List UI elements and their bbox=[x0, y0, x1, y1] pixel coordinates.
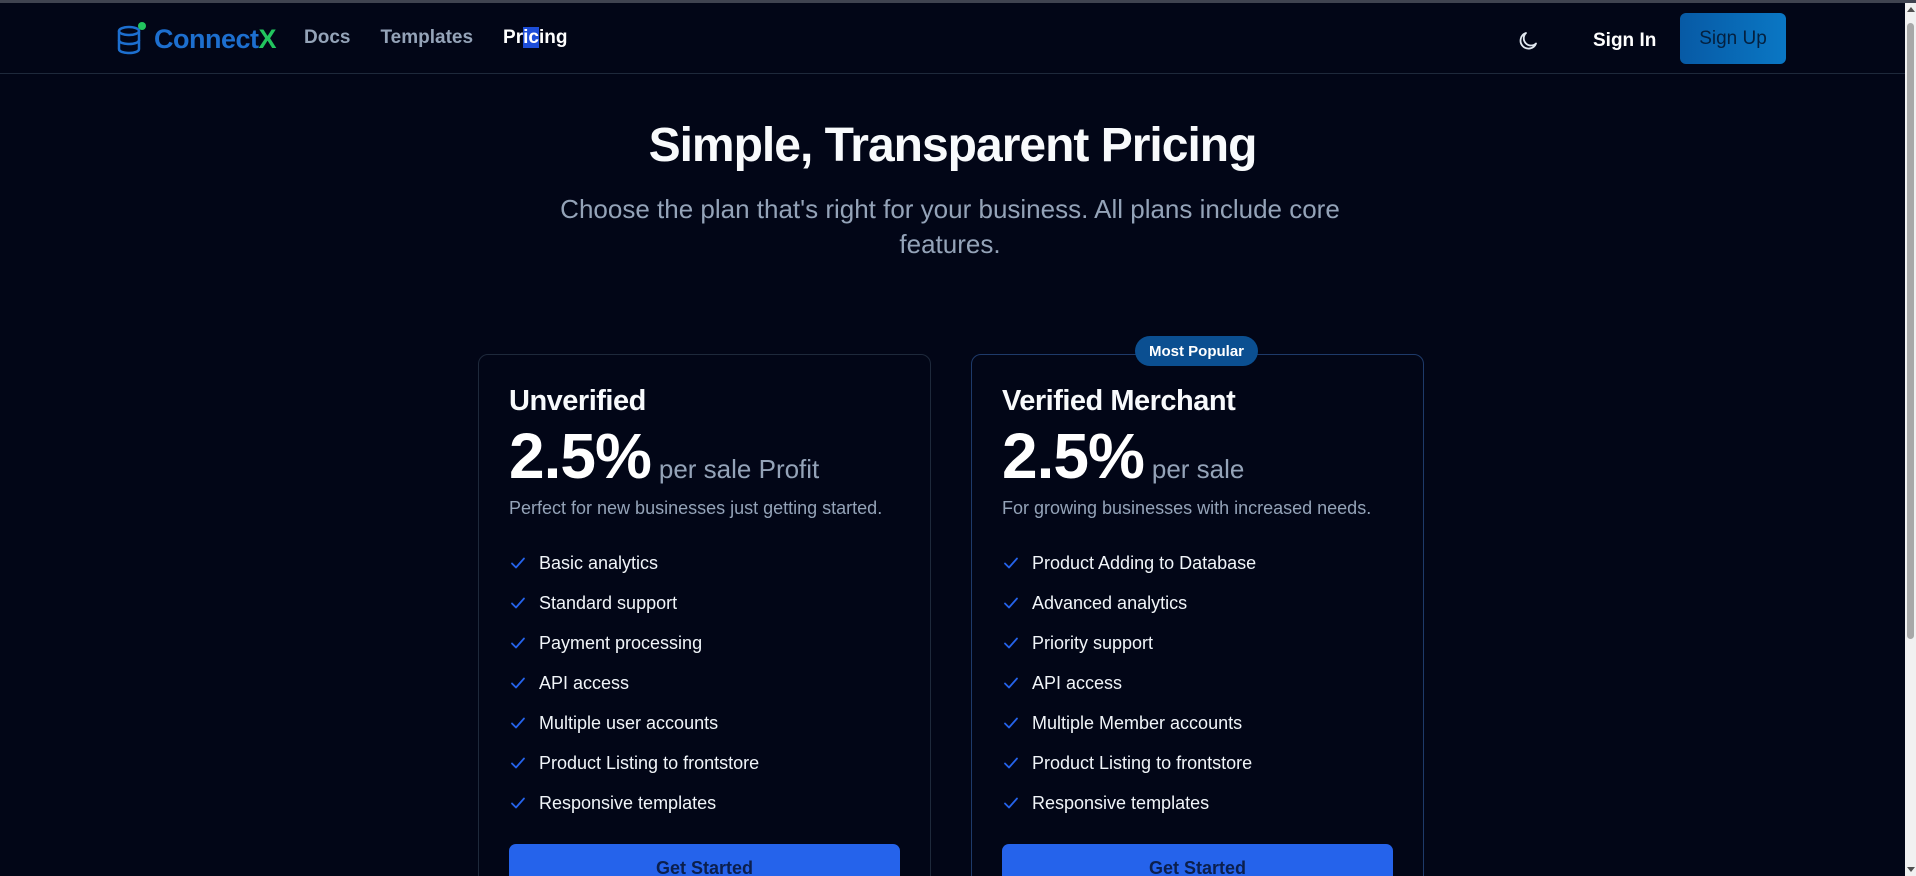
page-subtitle: Choose the plan that's right for your bu… bbox=[560, 194, 1340, 259]
feature-item: Basic analytics bbox=[509, 543, 900, 583]
plan-price-unit: per sale Profit bbox=[658, 454, 820, 484]
moon-icon[interactable] bbox=[1516, 29, 1540, 53]
check-icon bbox=[1002, 674, 1020, 692]
feature-item: Product Listing to frontstore bbox=[509, 743, 900, 783]
plan-card-verified-merchant: Most Popular Verified Merchant 2.5% per … bbox=[971, 336, 1424, 876]
scroll-up-icon[interactable] bbox=[1907, 7, 1915, 12]
plan-price: 2.5% bbox=[509, 420, 652, 492]
nav-item-docs[interactable]: Docs bbox=[304, 27, 350, 49]
page-scrollbar[interactable] bbox=[1905, 3, 1916, 876]
check-icon bbox=[509, 634, 527, 652]
check-icon bbox=[509, 714, 527, 732]
check-icon bbox=[1002, 754, 1020, 772]
database-icon bbox=[117, 22, 147, 56]
feature-label: Basic analytics bbox=[539, 552, 659, 573]
brand-logo[interactable]: ConnectX bbox=[117, 20, 277, 58]
brand-name: ConnectX bbox=[154, 23, 277, 54]
feature-label: Responsive templates bbox=[539, 792, 717, 813]
page-title: Simple, Transparent Pricing bbox=[648, 119, 1258, 172]
plan-price: 2.5% bbox=[1002, 420, 1145, 492]
feature-label: Payment processing bbox=[539, 632, 703, 653]
check-icon bbox=[1002, 554, 1020, 572]
plan-name: Verified Merchant bbox=[1002, 385, 1236, 417]
sign-in-link[interactable]: Sign In bbox=[1593, 30, 1656, 52]
most-popular-badge: Most Popular bbox=[1135, 336, 1259, 366]
feature-label: API access bbox=[1032, 672, 1123, 693]
nav-item-pricing[interactable]: Pricing bbox=[503, 27, 567, 49]
feature-item: Product Adding to Database bbox=[1002, 543, 1393, 583]
sign-up-button[interactable]: Sign Up bbox=[1680, 13, 1786, 64]
feature-label: Multiple user accounts bbox=[539, 712, 719, 733]
plan-price-unit: per sale bbox=[1151, 454, 1245, 484]
feature-label: Product Listing to frontstore bbox=[539, 752, 760, 773]
check-icon bbox=[1002, 594, 1020, 612]
price-row: 2.5% per sale Profit bbox=[509, 420, 900, 492]
feature-label: Responsive templates bbox=[1032, 792, 1210, 813]
feature-label: API access bbox=[539, 672, 630, 693]
feature-label: Advanced analytics bbox=[1032, 592, 1188, 613]
feature-item: Standard support bbox=[509, 583, 900, 623]
scrollbar-thumb[interactable] bbox=[1907, 23, 1914, 639]
price-row: 2.5% per sale bbox=[1002, 420, 1393, 492]
plan-name: Unverified bbox=[509, 385, 646, 417]
check-icon bbox=[509, 754, 527, 772]
feature-list: Basic analytics Standard support Payment… bbox=[509, 543, 900, 823]
feature-item: Payment processing bbox=[509, 623, 900, 663]
feature-item: Responsive templates bbox=[509, 783, 900, 823]
feature-label: Product Adding to Database bbox=[1032, 552, 1257, 573]
feature-item: API access bbox=[1002, 663, 1393, 703]
feature-item: Multiple user accounts bbox=[509, 703, 900, 743]
plan-description: Perfect for new businesses just getting … bbox=[509, 498, 883, 518]
feature-label: Product Listing to frontstore bbox=[1032, 752, 1253, 773]
scroll-down-icon[interactable] bbox=[1907, 867, 1915, 872]
check-icon bbox=[1002, 714, 1020, 732]
feature-item: Advanced analytics bbox=[1002, 583, 1393, 623]
feature-item: Responsive templates bbox=[1002, 783, 1393, 823]
nav-item-templates[interactable]: Templates bbox=[380, 27, 473, 49]
feature-item: API access bbox=[509, 663, 900, 703]
check-icon bbox=[1002, 634, 1020, 652]
plan-card-unverified: Unverified 2.5% per sale Profit Perfect … bbox=[478, 354, 931, 876]
get-started-button[interactable]: Get Started bbox=[509, 844, 900, 876]
plan-description: For growing businesses with increased ne… bbox=[1002, 498, 1372, 518]
main-nav: Docs Templates Pricing bbox=[304, 27, 597, 49]
check-icon bbox=[1002, 794, 1020, 812]
feature-label: Priority support bbox=[1032, 632, 1154, 653]
feature-item: Product Listing to frontstore bbox=[1002, 743, 1393, 783]
get-started-button[interactable]: Get Started bbox=[1002, 844, 1393, 876]
check-icon bbox=[509, 554, 527, 572]
check-icon bbox=[509, 594, 527, 612]
site-header: ConnectX Docs Templates Pricing Sign In … bbox=[0, 3, 1905, 74]
check-icon bbox=[509, 674, 527, 692]
feature-label: Standard support bbox=[539, 592, 678, 613]
feature-item: Multiple Member accounts bbox=[1002, 703, 1393, 743]
feature-list: Product Adding to Database Advanced anal… bbox=[1002, 543, 1393, 823]
feature-label: Multiple Member accounts bbox=[1032, 712, 1243, 733]
check-icon bbox=[509, 794, 527, 812]
feature-item: Priority support bbox=[1002, 623, 1393, 663]
